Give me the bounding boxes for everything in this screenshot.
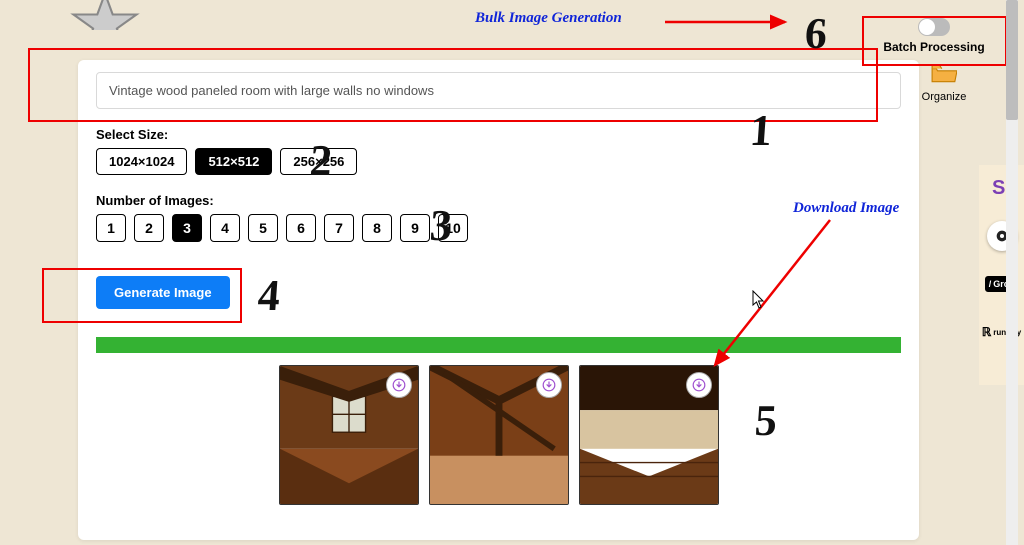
batch-processing-area: Batch Processing <box>864 18 1004 54</box>
count-8[interactable]: 8 <box>362 214 392 242</box>
size-1024[interactable]: 1024×1024 <box>96 148 187 175</box>
count-4[interactable]: 4 <box>210 214 240 242</box>
step-marker-5: 5 <box>753 395 779 446</box>
count-9[interactable]: 9 <box>400 214 430 242</box>
sheriff-badge-logo <box>70 0 140 30</box>
progress-bar <box>96 337 901 353</box>
result-thumb-1[interactable] <box>279 365 419 505</box>
organize-label: Organize <box>920 91 968 103</box>
size-512[interactable]: 512×512 <box>195 148 272 175</box>
count-label: Number of Images: <box>96 193 901 208</box>
count-3[interactable]: 3 <box>172 214 202 242</box>
count-1[interactable]: 1 <box>96 214 126 242</box>
annotation-bulk-generation: Bulk Image Generation <box>475 10 622 27</box>
result-thumb-3[interactable] <box>579 365 719 505</box>
annotation-download-image: Download Image <box>793 200 899 217</box>
download-button-3[interactable] <box>686 372 712 398</box>
download-button-1[interactable] <box>386 372 412 398</box>
results-row <box>96 365 901 505</box>
step-marker-6: 6 <box>803 8 829 59</box>
step-marker-2: 2 <box>308 135 334 186</box>
count-2[interactable]: 2 <box>134 214 164 242</box>
size-label: Select Size: <box>96 127 901 142</box>
generator-panel: Select Size: 1024×1024 512×512 256×256 N… <box>78 60 919 540</box>
count-7[interactable]: 7 <box>324 214 354 242</box>
scrollbar[interactable] <box>1006 0 1018 545</box>
scrollbar-thumb[interactable] <box>1006 0 1018 120</box>
batch-toggle[interactable] <box>918 18 950 36</box>
folder-open-icon <box>931 62 957 84</box>
download-icon <box>692 378 706 392</box>
download-icon <box>392 378 406 392</box>
download-icon <box>542 378 556 392</box>
count-options: 1 2 3 4 5 6 7 8 9 10 <box>96 214 901 242</box>
prompt-input[interactable] <box>96 72 901 109</box>
count-5[interactable]: 5 <box>248 214 278 242</box>
arrow-to-batch <box>660 12 800 42</box>
organize-button[interactable]: Organize <box>920 62 968 103</box>
batch-toggle-label: Batch Processing <box>864 40 1004 54</box>
step-marker-3: 3 <box>428 200 454 251</box>
result-thumb-2[interactable] <box>429 365 569 505</box>
step-marker-1: 1 <box>748 105 774 156</box>
count-6[interactable]: 6 <box>286 214 316 242</box>
generate-button[interactable]: Generate Image <box>96 276 230 309</box>
size-options: 1024×1024 512×512 256×256 <box>96 148 901 175</box>
step-marker-4: 4 <box>256 270 282 321</box>
download-button-2[interactable] <box>536 372 562 398</box>
